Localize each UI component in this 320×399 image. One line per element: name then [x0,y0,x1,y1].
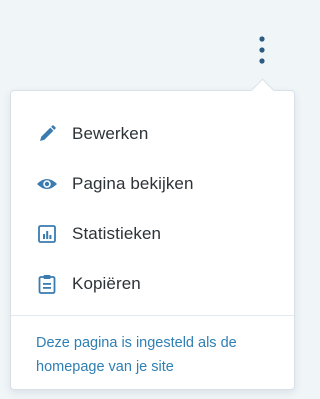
menu-divider [11,315,294,316]
stats-icon [36,223,58,245]
menu-item-copy[interactable]: Kopiëren [11,259,294,309]
menu-item-edit[interactable]: Bewerken [11,109,294,159]
menu-item-label: Pagina bekijken [72,174,194,193]
menu-item-label: Kopiëren [72,274,141,293]
homepage-note: Deze pagina is ingesteld als de homepage… [36,335,237,375]
menu-items: Bewerken Pagina bekijken Statistieken Ko… [11,91,294,309]
menu-item-label: Statistieken [72,224,162,243]
menu-item-stats[interactable]: Statistieken [11,209,294,259]
more-options-button[interactable] [247,30,277,70]
vertical-ellipsis-icon [259,36,265,64]
page-actions-menu: Bewerken Pagina bekijken Statistieken Ko… [10,78,295,390]
menu-item-label: Bewerken [72,124,149,143]
menu-item-view-page[interactable]: Pagina bekijken [11,159,294,209]
eye-icon [36,173,58,195]
pencil-icon [36,123,58,145]
clipboard-icon [36,273,58,295]
